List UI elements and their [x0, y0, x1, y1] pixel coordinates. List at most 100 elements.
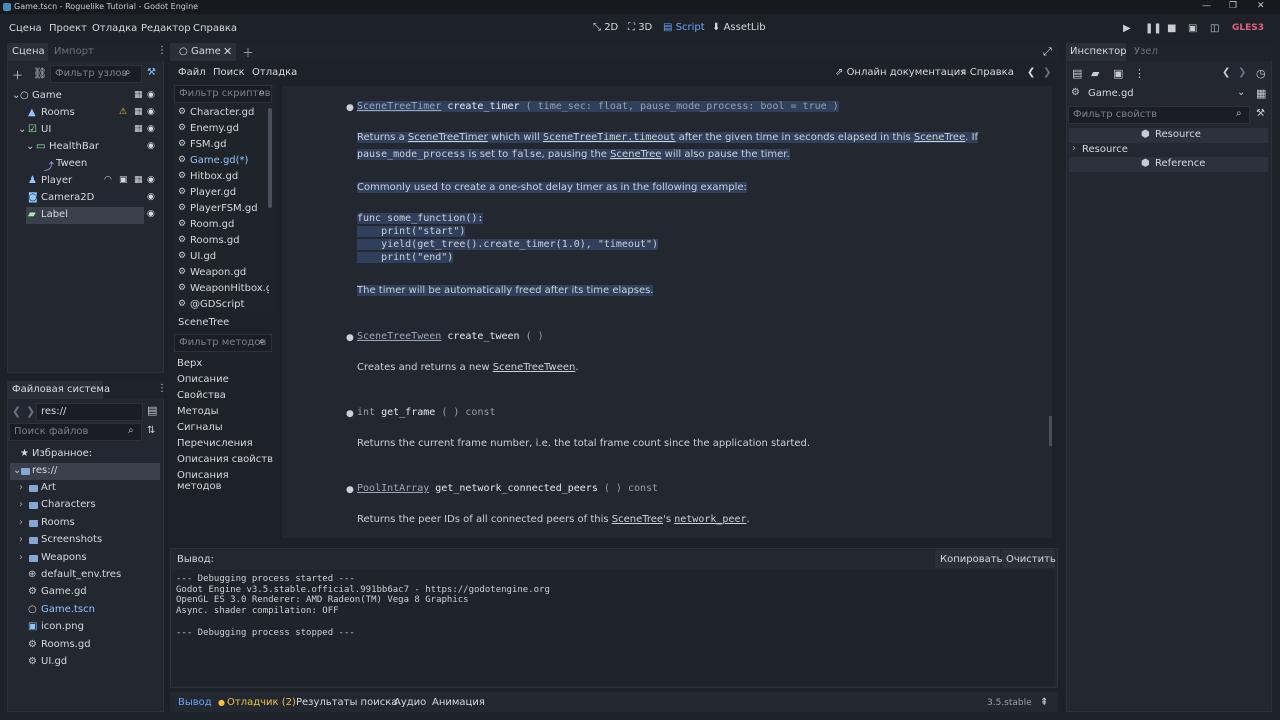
open-resource-icon[interactable]: ▰	[1091, 67, 1099, 80]
workspace-3d[interactable]: ⛶ 3D	[628, 22, 652, 33]
path-field[interactable]: res://	[36, 403, 143, 421]
visibility-eye-icon[interactable]: ◉	[147, 124, 155, 134]
script-list-item[interactable]: ⚙ Weapon.gd	[174, 266, 269, 282]
script-list-item[interactable]: ⚙ PlayerFSM.gd	[174, 202, 269, 218]
file-item[interactable]: › Rooms	[10, 515, 160, 532]
resource-menu-icon[interactable]: ⋮	[1134, 67, 1145, 80]
inspector-section-resource-header[interactable]: ⬢ Resource	[1069, 128, 1268, 143]
expand-icon[interactable]: ›	[19, 534, 23, 545]
script-icon[interactable]: ▦	[134, 107, 143, 117]
signal-icon[interactable]: ◠	[104, 175, 112, 185]
menu-project[interactable]: Проект	[49, 23, 87, 34]
member-section-item[interactable]: Перечисления	[177, 438, 253, 449]
member-section-item[interactable]: Описания методов	[177, 470, 276, 492]
expand-icon[interactable]: ›	[19, 552, 23, 563]
script-list-item[interactable]: ⚙ FSM.gd	[174, 138, 269, 154]
visibility-eye-icon[interactable]: ◉	[147, 141, 155, 151]
script-icon[interactable]: ▦	[134, 175, 143, 185]
sort-icon[interactable]: ⇅	[147, 425, 155, 436]
stop-icon[interactable]: ■	[1167, 23, 1176, 34]
pin-panel-icon[interactable]: ⇞	[1040, 697, 1048, 708]
play-icon[interactable]: ▶	[1123, 23, 1131, 34]
tab-import[interactable]: Импорт	[54, 46, 94, 57]
tree-node-camera2d[interactable]: ◙ Camera2D ◉	[10, 190, 170, 207]
close-window-button[interactable]: ✕	[1257, 1, 1265, 11]
minimize-button[interactable]: —	[1202, 1, 1211, 11]
script-list-item[interactable]: ⚙ @GDScript	[174, 298, 269, 311]
help-search-button[interactable]: ⌕ Справка	[961, 67, 1014, 78]
menu-scene[interactable]: Сцена	[9, 23, 42, 34]
split-view-icon[interactable]: ▤	[147, 404, 157, 417]
tab-game[interactable]: Game	[191, 46, 221, 57]
file-item[interactable]: ⊕ default_env.tres	[10, 567, 160, 584]
workspace-script[interactable]: ▤ Script	[663, 22, 705, 33]
expand-icon[interactable]: ›	[19, 499, 23, 510]
res-root-item[interactable]: ⌄ res://	[10, 463, 160, 480]
tree-node-ui[interactable]: ⌄ ☑ UI ▦ ◉	[10, 122, 170, 139]
file-item[interactable]: ○ Game.tscn	[10, 602, 160, 619]
member-section-item[interactable]: Методы	[177, 406, 219, 417]
tree-node-tween[interactable]: ⤴ Tween	[10, 156, 170, 173]
online-docs-button[interactable]: ⇗ Онлайн документация	[835, 67, 966, 78]
file-item[interactable]: › Characters	[10, 497, 160, 514]
history-back-icon[interactable]: ❮	[1222, 67, 1230, 78]
tab-scene[interactable]: Сцена	[12, 46, 45, 57]
script-list-item[interactable]: ⚙ Hitbox.gd	[174, 170, 269, 186]
add-node-icon[interactable]: ＋	[12, 67, 23, 83]
bottom-tab-search-results[interactable]: Результаты поиска	[296, 697, 397, 708]
script-list-item[interactable]: ⚙ UI.gd	[174, 250, 269, 266]
dock-menu-icon[interactable]: ⋮	[157, 383, 167, 394]
member-section-item[interactable]: Свойства	[177, 390, 226, 401]
visibility-eye-icon[interactable]: ◉	[147, 90, 155, 100]
visibility-eye-icon[interactable]: ◉	[147, 209, 155, 219]
file-item[interactable]: ⚙ Game.gd	[10, 584, 160, 601]
fullscreen-icon[interactable]: ⤢	[1043, 45, 1052, 59]
collapse-icon[interactable]: ⌄	[26, 141, 34, 152]
tab-node[interactable]: Узел	[1134, 46, 1158, 57]
script-icon[interactable]: ▦	[134, 90, 143, 100]
file-item[interactable]: ⚙ Rooms.gd	[10, 637, 160, 654]
file-item[interactable]: › Screenshots	[10, 532, 160, 549]
script-list-item[interactable]: ⚙ Game.gd(*)	[174, 154, 269, 170]
visibility-eye-icon[interactable]: ◉	[147, 192, 155, 202]
bottom-tab-audio[interactable]: Аудио	[394, 697, 426, 708]
file-search-input[interactable]: Поиск файлов	[9, 423, 142, 441]
member-section-item[interactable]: Верх	[177, 358, 202, 369]
menu-editor[interactable]: Редактор	[141, 23, 191, 34]
back-icon[interactable]: ❮	[12, 405, 21, 418]
script-list-item[interactable]: ⚙ Character.gd	[174, 106, 269, 122]
tree-node-game[interactable]: ⌄ ○ Game ▦ ◉	[10, 88, 170, 105]
script-list-item[interactable]: ⚙ Enemy.gd	[174, 122, 269, 138]
play-scene-icon[interactable]: ▣	[1188, 23, 1197, 34]
warning-icon[interactable]: ⚠	[119, 107, 127, 117]
file-item[interactable]: › Weapons	[10, 550, 160, 567]
bottom-tab-debugger[interactable]: Отладчик (2)	[227, 697, 296, 708]
property-filter-input[interactable]: Фильтр свойств	[1068, 106, 1250, 124]
script-list-item[interactable]: ⚙ Player.gd	[174, 186, 269, 202]
prev-script-icon[interactable]: ❮	[1027, 67, 1035, 78]
member-section-item[interactable]: Описание	[177, 374, 229, 385]
menu-debug[interactable]: Отладка	[92, 23, 137, 34]
tab-inspector[interactable]: Инспектор	[1070, 46, 1127, 57]
script-menu-search[interactable]: Поиск	[213, 67, 245, 78]
pause-icon[interactable]: ❚❚	[1145, 23, 1162, 34]
scene-instance-icon[interactable]: ▣	[119, 175, 128, 185]
script-icon[interactable]: ▦	[134, 124, 143, 134]
favorites-item[interactable]: ★ Избранное:	[10, 446, 160, 463]
tree-node-healthbar[interactable]: ⌄ ▭ HealthBar ◉	[10, 139, 170, 156]
bottom-tab-output[interactable]: Вывод	[178, 697, 212, 708]
next-script-icon[interactable]: ❯	[1043, 67, 1051, 78]
history-forward-icon[interactable]: ❯	[1238, 67, 1246, 78]
script-list-item[interactable]: ⚙ Room.gd	[174, 218, 269, 234]
workspace-2d[interactable]: ⤡ 2D	[593, 22, 618, 33]
expand-icon[interactable]: ›	[19, 517, 23, 528]
script-menu-debug[interactable]: Отладка	[252, 67, 297, 78]
script-list-item[interactable]: ⚙WeaponHitbox.gd	[174, 282, 269, 298]
renderer-selector[interactable]: GLES3	[1232, 23, 1264, 33]
file-item[interactable]: ▣ icon.png	[10, 619, 160, 636]
forward-icon[interactable]: ❯	[26, 405, 35, 418]
inspector-section-reference[interactable]: ⬢ Reference	[1069, 157, 1268, 172]
script-menu-file[interactable]: Файл	[178, 67, 206, 78]
member-section-item[interactable]: Сигналы	[177, 422, 223, 433]
save-resource-icon[interactable]: ▣	[1113, 67, 1123, 80]
